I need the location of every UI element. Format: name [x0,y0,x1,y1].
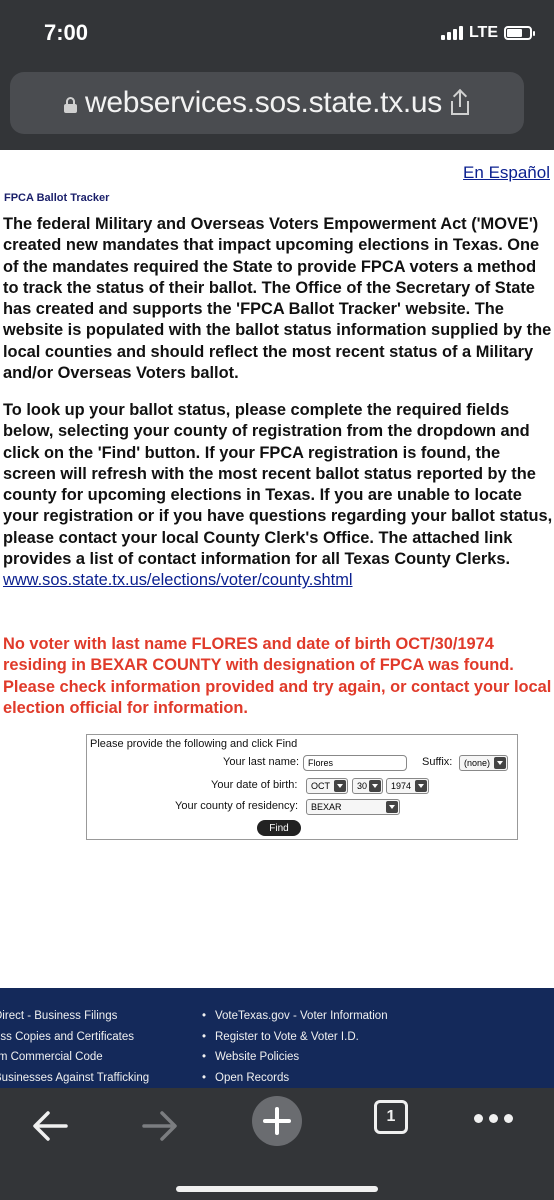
footer-link[interactable]: VoteTexas.gov - Voter Information [202,1010,388,1031]
dob-month-select[interactable]: OCT [306,778,348,794]
back-arrow-icon[interactable] [30,1108,70,1144]
chevron-down-icon [334,780,346,792]
chevron-down-icon [369,780,381,792]
footer-link[interactable]: Businesses Against Trafficking [0,1072,149,1088]
tabs-icon[interactable]: 1 [374,1100,408,1134]
footer-link[interactable]: Open Records [202,1072,388,1088]
network-label: LTE [468,24,498,41]
county-label: Your county of residency: [175,800,299,812]
page-title: FPCA Ballot Tracker [4,192,110,204]
chevron-down-icon [494,757,506,769]
county-select[interactable]: BEXAR [306,799,400,815]
url-text: webservices.sos.state.tx.us [84,86,443,119]
status-indicators: LTE [440,24,535,42]
suffix-select[interactable]: (none) [459,755,508,771]
footer-links-right: VoteTexas.gov - Voter Information Regist… [202,1010,388,1088]
lock-icon [63,97,77,113]
share-icon[interactable] [450,88,470,115]
forward-arrow-icon[interactable] [140,1108,180,1144]
home-indicator [176,1186,378,1192]
chevron-down-icon [415,780,427,792]
tab-count: 1 [386,1108,396,1125]
site-footer: Direct - Business Filings ess Copies and… [0,988,554,1088]
intro-paragraph: The federal Military and Overseas Voters… [3,215,552,383]
battery-icon [504,26,535,40]
dob-month-value: OCT [311,781,330,791]
browser-toolbar: 1 [0,1088,554,1200]
footer-link[interactable]: ess Copies and Certificates [0,1031,149,1052]
dob-year-value: 1974 [391,781,412,791]
new-tab-plus-icon[interactable] [252,1096,302,1146]
lookup-instructions: To look up your ballot status, please co… [3,400,554,592]
footer-link[interactable]: Website Policies [202,1051,388,1072]
dob-day-select[interactable]: 30 [352,778,383,794]
footer-link[interactable]: Direct - Business Filings [0,1010,149,1031]
last-name-label: Your last name: [223,756,300,768]
county-clerks-link[interactable]: www.sos.state.tx.us/elections/voter/coun… [3,570,554,591]
status-time: 7:00 [44,20,89,45]
error-message: No voter with last name FLORES and date … [3,635,552,717]
footer-link[interactable]: Register to Vote & Voter I.D. [202,1031,388,1052]
lookup-form: Please provide the following and click F… [86,734,518,840]
footer-link[interactable]: rm Commercial Code [0,1051,149,1072]
signal-icon [440,26,463,40]
form-heading: Please provide the following and click F… [90,738,298,750]
dob-year-select[interactable]: 1974 [386,778,429,794]
last-name-input[interactable]: Flores [303,755,407,771]
spanish-link[interactable]: En Español [463,163,550,183]
more-icon[interactable] [474,1114,513,1123]
chevron-down-icon [386,801,398,813]
lookup-text: To look up your ballot status, please co… [3,401,553,569]
county-value: BEXAR [311,802,342,812]
address-bar[interactable]: webservices.sos.state.tx.us [10,72,524,134]
suffix-value: (none) [464,758,491,768]
dob-label: Your date of birth: [211,779,298,791]
browser-top-bar: 7:00 LTE webservices.sos.state.tx.us [0,0,554,150]
suffix-label: Suffix: [422,756,453,768]
footer-links-left: Direct - Business Filings ess Copies and… [0,1010,149,1088]
find-button[interactable]: Find [257,820,301,836]
dob-day-value: 30 [357,781,368,791]
